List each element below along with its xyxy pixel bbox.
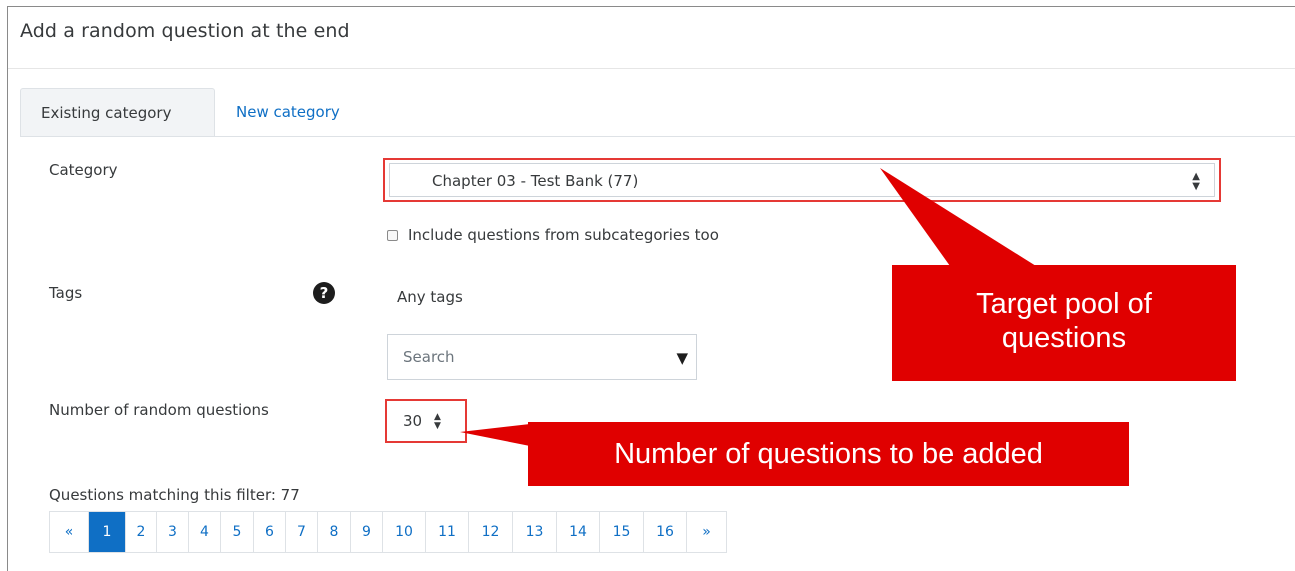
modal-title: Add a random question at the end (20, 20, 350, 42)
category-label: Category (49, 161, 118, 179)
tags-label: Tags (49, 284, 83, 302)
pagination: « 1 2 3 4 5 6 7 8 9 10 11 12 13 14 15 16… (49, 511, 727, 553)
pagination-page-5[interactable]: 5 (221, 512, 254, 552)
title-divider (8, 68, 1295, 69)
tags-search-input[interactable]: Search ▼ (387, 334, 697, 380)
pagination-page-10[interactable]: 10 (383, 512, 426, 552)
tags-search-placeholder: Search (403, 348, 455, 366)
pagination-page-12[interactable]: 12 (469, 512, 513, 552)
pagination-page-7[interactable]: 7 (286, 512, 318, 552)
number-callout: Number of questions to be added (528, 422, 1129, 486)
pagination-page-6[interactable]: 6 (254, 512, 286, 552)
tabs-divider (20, 136, 1295, 137)
pagination-page-9[interactable]: 9 (351, 512, 383, 552)
pool-callout: Target pool of questions (892, 265, 1236, 381)
pagination-page-4[interactable]: 4 (189, 512, 221, 552)
pagination-page-14[interactable]: 14 (557, 512, 600, 552)
pool-callout-line2: questions (1001, 322, 1127, 354)
pagination-next[interactable]: » (687, 512, 726, 552)
pagination-prev[interactable]: « (50, 512, 89, 552)
number-select-value: 30 (403, 412, 423, 430)
matching-text: Questions matching this filter: 77 (49, 486, 300, 504)
pagination-page-3[interactable]: 3 (157, 512, 189, 552)
pool-callout-line1: Target pool of (976, 288, 1152, 320)
category-select-value: Chapter 03 - Test Bank (77) (432, 172, 639, 190)
category-select[interactable]: Chapter 03 - Test Bank (77) ▲ ▼ (389, 163, 1215, 197)
tab-existing-category[interactable]: Existing category (20, 88, 215, 136)
pagination-page-13[interactable]: 13 (513, 512, 557, 552)
pagination-page-11[interactable]: 11 (426, 512, 469, 552)
include-subcategories-label: Include questions from subcategories too (408, 226, 719, 244)
include-subcategories-row[interactable]: Include questions from subcategories too (387, 226, 719, 244)
category-select-highlight: Chapter 03 - Test Bank (77) ▲ ▼ (383, 158, 1221, 202)
pagination-page-16[interactable]: 16 (644, 512, 687, 552)
pagination-page-2[interactable]: 2 (126, 512, 157, 552)
tab-new-category[interactable]: New category (216, 88, 360, 136)
pagination-page-1[interactable]: 1 (89, 512, 126, 552)
include-subcategories-checkbox[interactable] (387, 229, 398, 241)
number-updown-icon: ▲ ▼ (434, 412, 441, 431)
dropdown-arrow-icon: ▼ (676, 349, 688, 367)
select-updown-icon: ▲ ▼ (1192, 171, 1200, 192)
tags-value: Any tags (397, 288, 463, 306)
number-label: Number of random questions (49, 401, 269, 419)
pagination-page-15[interactable]: 15 (600, 512, 644, 552)
help-icon[interactable]: ? (313, 282, 335, 304)
number-select-highlight[interactable]: 30 ▲ ▼ (385, 399, 467, 443)
pagination-page-8[interactable]: 8 (318, 512, 351, 552)
